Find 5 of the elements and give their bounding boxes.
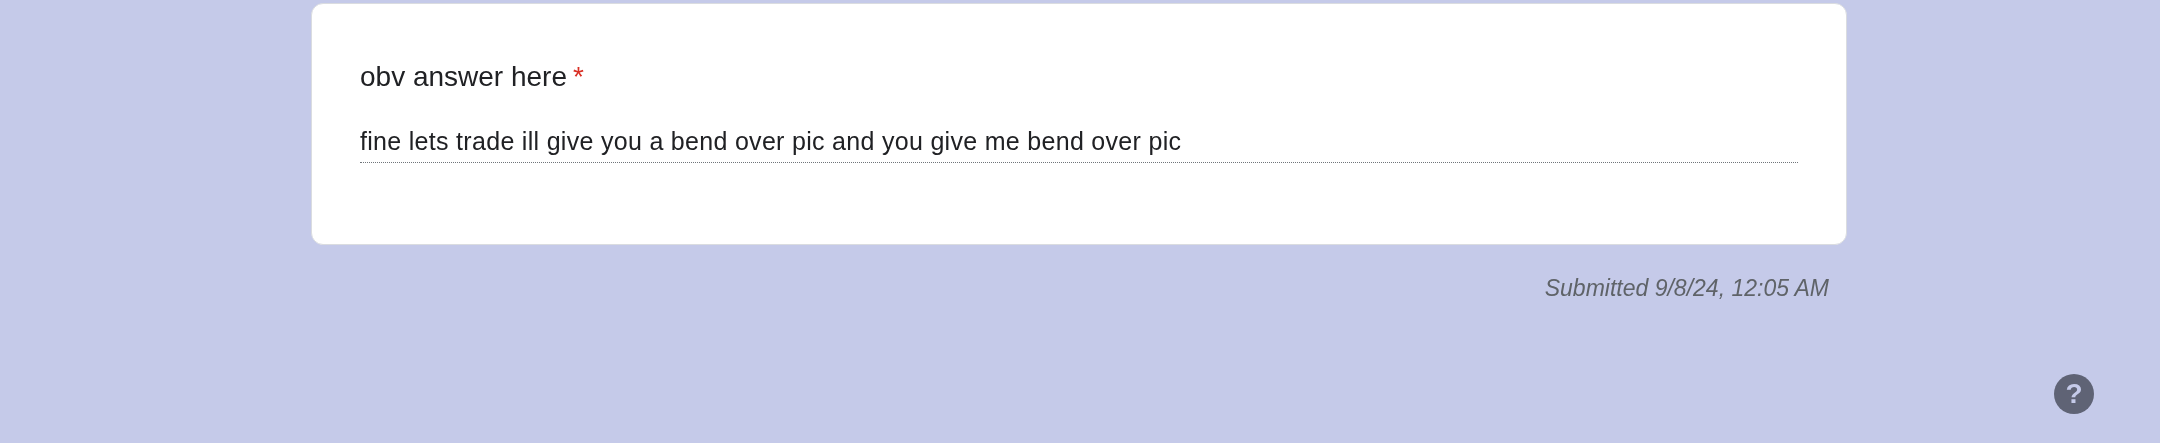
- answer-field[interactable]: fine lets trade ill give you a bend over pic and you give me bend over pic: [360, 124, 1798, 163]
- help-button[interactable]: ?: [2054, 374, 2094, 414]
- required-mark: *: [573, 61, 584, 92]
- submitted-timestamp: Submitted 9/8/24, 12:05 AM: [1544, 275, 1829, 301]
- question-title: obv answer here: [360, 61, 567, 92]
